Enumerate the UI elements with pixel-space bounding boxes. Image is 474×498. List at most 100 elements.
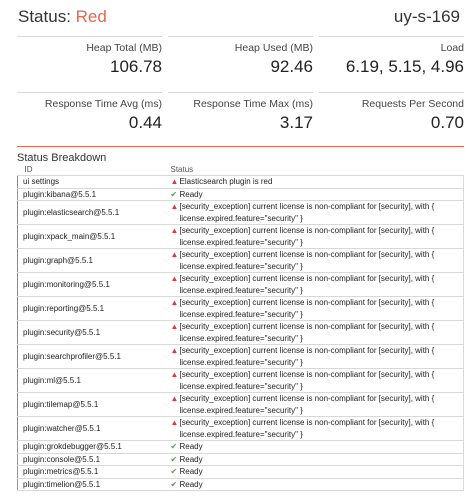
metric-response-time-max: Response Time Max (ms) 3.17 xyxy=(168,92,313,140)
metric-value: 0.70 xyxy=(430,113,464,132)
metrics-row: Response Time Avg (ms) 0.44 Response Tim… xyxy=(17,92,464,140)
status-content: ▲ [security_exception] current license is… xyxy=(171,393,461,416)
metric-load: Load 6.19, 5.15, 4.96 xyxy=(319,36,464,84)
table-row: plugin:grokdebugger@5.5.1 ✔ Ready xyxy=(17,440,464,454)
table-row: plugin:console@5.5.1 ✔ Ready xyxy=(17,453,464,466)
metric-label: Response Time Max (ms) xyxy=(193,98,313,110)
table-row: plugin:kibana@5.5.1 ✔ Ready xyxy=(17,188,464,201)
host-name: uy-s-169 xyxy=(393,7,460,26)
table-row: plugin:ml@5.5.1 ▲ [security_exception] cur… xyxy=(17,368,464,393)
status-message: [security_exception] current license is … xyxy=(179,274,435,295)
warning-icon: ▲ xyxy=(170,177,179,186)
table-header-row: ID Status xyxy=(17,164,464,176)
check-icon: ✔ xyxy=(170,454,178,464)
table-row: plugin:elasticsearch@5.5.1 ▲ [security_exc… xyxy=(17,200,464,225)
row-status: ▲ [security_exception] current license is… xyxy=(167,392,464,417)
status-label: Status: xyxy=(18,7,76,26)
table-row: plugin:metrics@5.5.1 ✔ Ready xyxy=(17,465,464,479)
row-status: ▲ [security_exception] current license is… xyxy=(167,416,464,441)
status-content: ▲ [security_exception] current license is… xyxy=(171,273,461,296)
table-body: ui settings ▲ Elasticsearch plugin is red p… xyxy=(17,175,464,491)
row-status: ▲ [security_exception] current license is… xyxy=(167,224,464,249)
page-header: Status: Red uy-s-169 xyxy=(18,4,460,30)
status-message: [security_exception] current license is … xyxy=(179,322,435,343)
row-status: ▲ [security_exception] current license is… xyxy=(167,272,464,297)
row-id: plugin:reporting@5.5.1 xyxy=(17,296,168,321)
row-id: ui settings xyxy=(17,175,168,189)
overall-status: Status: Red xyxy=(18,7,107,27)
row-status: ✔ Ready xyxy=(167,453,464,466)
section-title: Status Breakdown xyxy=(17,146,464,164)
status-message: [security_exception] current license is … xyxy=(179,418,435,439)
metric-label: Heap Total (MB) xyxy=(86,42,162,54)
row-status: ▲ [security_exception] current license is… xyxy=(167,248,464,273)
metric-heap-used: Heap Used (MB) 92.46 xyxy=(168,36,313,84)
status-message: [security_exception] current license is … xyxy=(179,298,435,319)
status-message: [security_exception] current license is … xyxy=(179,394,435,415)
status-content: ✔ Ready xyxy=(171,479,461,491)
row-id: plugin:timelion@5.5.1 xyxy=(17,478,168,491)
metrics-row: Heap Total (MB) 106.78 Heap Used (MB) 92… xyxy=(17,36,464,84)
status-breakdown: Status Breakdown ID Status ui settings ▲ E… xyxy=(17,146,464,491)
check-icon: ✔ xyxy=(170,479,178,489)
warning-icon: ▲ xyxy=(170,250,179,259)
status-message: [security_exception] current license is … xyxy=(179,226,435,247)
warning-icon: ▲ xyxy=(170,322,179,331)
row-id: plugin:elasticsearch@5.5.1 xyxy=(17,200,168,225)
check-icon: ✔ xyxy=(170,442,178,451)
column-header-status: Status xyxy=(167,164,464,176)
column-header-id: ID xyxy=(17,164,168,176)
row-status: ▲ [security_exception] current license is… xyxy=(167,296,464,321)
metric-value: 6.19, 5.15, 4.96 xyxy=(345,57,464,76)
status-message: Ready xyxy=(179,189,203,199)
status-content: ▲ [security_exception] current license is… xyxy=(171,201,461,224)
row-id: plugin:watcher@5.5.1 xyxy=(17,416,168,441)
warning-icon: ▲ xyxy=(170,370,179,379)
row-id: plugin:grokdebugger@5.5.1 xyxy=(17,440,168,454)
row-id: plugin:tilemap@5.5.1 xyxy=(17,392,168,417)
warning-icon: ▲ xyxy=(170,346,179,355)
status-message: Ready xyxy=(179,442,203,451)
warning-icon: ▲ xyxy=(170,298,179,307)
table-row: plugin:timelion@5.5.1 ✔ Ready xyxy=(17,478,464,491)
status-content: ▲ [security_exception] current license is… xyxy=(171,321,461,344)
row-status: ✔ Ready xyxy=(167,440,464,454)
row-status: ▲ [security_exception] current license is… xyxy=(167,368,464,393)
row-status: ✔ Ready xyxy=(167,478,464,491)
table-row: plugin:tilemap@5.5.1 ▲ [security_exception… xyxy=(17,392,464,417)
status-message: Ready xyxy=(179,479,203,489)
table-row: plugin:reporting@5.5.1 ▲ [security_excepti… xyxy=(17,296,464,321)
status-content: ▲ [security_exception] current license is… xyxy=(171,369,461,392)
table-row: plugin:graph@5.5.1 ▲ [security_exception] … xyxy=(17,248,464,273)
row-id: plugin:xpack_main@5.5.1 xyxy=(17,224,168,249)
status-content: ✔ Ready xyxy=(171,189,461,201)
status-content: ▲ Elasticsearch plugin is red xyxy=(171,176,461,188)
row-id: plugin:ml@5.5.1 xyxy=(17,368,168,393)
row-status: ▲ [security_exception] current license is… xyxy=(167,344,464,369)
metrics-panel: Heap Total (MB) 106.78 Heap Used (MB) 92… xyxy=(17,36,464,148)
metric-value: 106.78 xyxy=(110,57,162,76)
status-message: [security_exception] current license is … xyxy=(179,346,435,367)
status-table: ID Status ui settings ▲ Elasticsearch plug… xyxy=(17,164,464,491)
status-message: Elasticsearch plugin is red xyxy=(179,177,273,186)
check-icon: ✔ xyxy=(170,189,178,199)
status-content: ▲ [security_exception] current license is… xyxy=(171,297,461,320)
status-message: [security_exception] current license is … xyxy=(179,202,435,223)
table-row: ui settings ▲ Elasticsearch plugin is red xyxy=(17,175,464,189)
metric-label: Heap Used (MB) xyxy=(234,42,313,54)
row-status: ✔ Ready xyxy=(167,188,464,201)
status-message: Ready xyxy=(179,454,203,464)
warning-icon: ▲ xyxy=(170,226,179,235)
status-content: ▲ [security_exception] current license is… xyxy=(171,417,461,440)
warning-icon: ▲ xyxy=(170,274,179,283)
row-id: plugin:console@5.5.1 xyxy=(17,453,168,466)
metric-requests-per-second: Requests Per Second 0.70 xyxy=(319,92,464,140)
status-content: ▲ [security_exception] current license is… xyxy=(171,249,461,272)
table-row: plugin:security@5.5.1 ▲ [security_exceptio… xyxy=(17,320,464,345)
metric-value: 0.44 xyxy=(128,113,162,132)
status-value: Red xyxy=(75,7,107,26)
table-row: plugin:searchprofiler@5.5.1 ▲ [security_ex… xyxy=(17,344,464,369)
status-content: ✔ Ready xyxy=(171,466,461,478)
status-message: [security_exception] current license is … xyxy=(179,370,435,391)
table-row: plugin:monitoring@5.5.1 ▲ [security_except… xyxy=(17,272,464,297)
